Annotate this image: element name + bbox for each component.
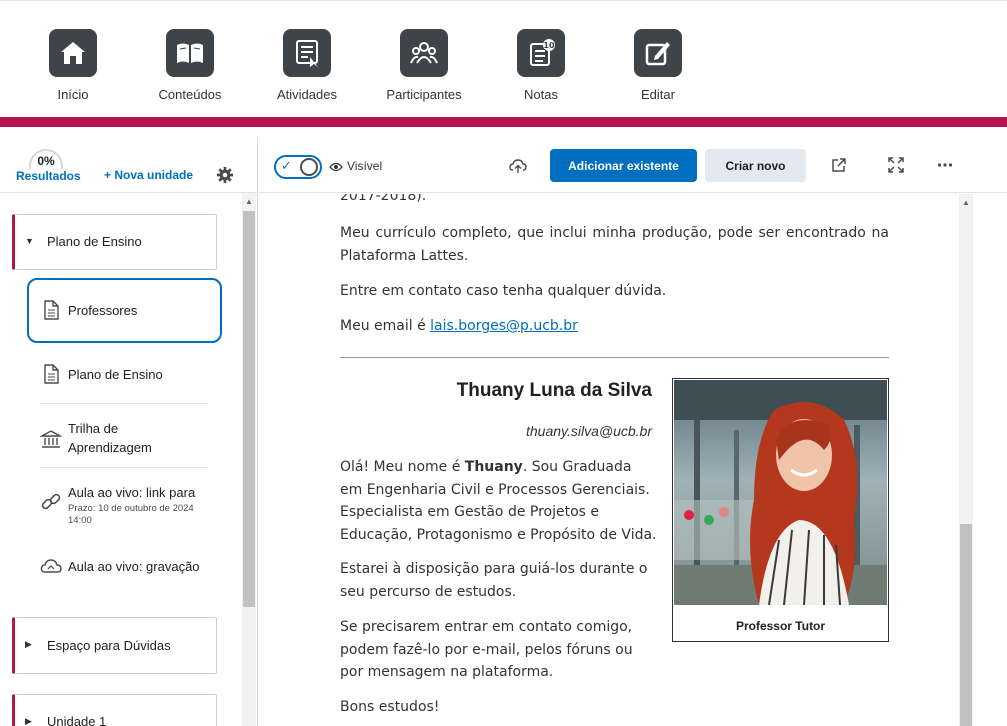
- caret-right-icon[interactable]: ▶: [25, 716, 32, 726]
- check-icon: ✓: [281, 158, 292, 173]
- text-fragment: 2017-2018).: [340, 194, 427, 204]
- activities-icon: [283, 29, 331, 77]
- intro-name: Thuany: [464, 459, 523, 475]
- accent-bar: [0, 117, 1007, 127]
- edit-icon: [634, 29, 682, 77]
- progress-results[interactable]: 0% Resultados: [16, 149, 81, 183]
- unit-unidade-1[interactable]: ▶ Unidade 1: [12, 694, 217, 726]
- lesson-plano-de-ensino[interactable]: Plano de Ensino: [40, 363, 208, 387]
- nav-label: Conteúdos: [158, 87, 222, 102]
- add-existing-button[interactable]: Adicionar existente: [550, 149, 697, 182]
- lesson-toolbar: ✓ Visível Adicionar existente Criar novo: [259, 137, 1007, 193]
- lesson-label: Professores: [68, 303, 138, 318]
- photo-caption: Professor Tutor: [735, 619, 826, 633]
- open-new-window-icon[interactable]: [831, 157, 847, 173]
- link-icon: [41, 493, 61, 510]
- lesson-label: Aula ao vivo: link para: [68, 485, 196, 500]
- participants-icon: [400, 29, 448, 77]
- home-icon: [49, 29, 97, 77]
- unit-label: Espaço para Dúvidas: [47, 638, 171, 653]
- lesson-due-date: Prazo: 10 de outubro de 2024: [68, 503, 194, 514]
- scroll-up-arrow-icon[interactable]: ▲: [962, 198, 970, 207]
- more-options-icon[interactable]: [937, 157, 953, 173]
- grades-icon: 10: [517, 29, 565, 77]
- eye-icon: [329, 162, 343, 171]
- document-icon: [44, 300, 59, 320]
- lesson-label: Plano de Ensino: [68, 367, 163, 382]
- progress-label: Resultados: [16, 169, 81, 183]
- progress-percent: 0%: [29, 149, 63, 169]
- cloud-icon: [40, 559, 62, 573]
- lesson-label: Aula ao vivo: gravação: [68, 559, 200, 574]
- cloud-upload-icon[interactable]: [509, 157, 527, 175]
- sidebar-scrollbar-thumb[interactable]: [243, 211, 255, 607]
- gear-icon[interactable]: [216, 166, 234, 184]
- unit-label: Plano de Ensino: [47, 234, 142, 249]
- tutor-photo-frame: Professor Tutor: [672, 378, 889, 642]
- nav-label: Participantes: [386, 87, 462, 102]
- divider: [40, 403, 208, 404]
- content-scrollbar-thumb[interactable]: [960, 524, 972, 726]
- unit-plano-de-ensino[interactable]: ▼ Plano de Ensino: [12, 214, 217, 270]
- nav-label: Atividades: [277, 87, 337, 102]
- institution-icon: [40, 430, 62, 448]
- lesson-aula-ao-vivo-gravacao[interactable]: Aula ao vivo: gravação: [40, 555, 208, 579]
- email-prefix: Meu email é: [340, 318, 431, 334]
- tutor-paragraph-contact: Se precisarem entrar em contato comigo, …: [340, 619, 633, 680]
- lesson-label-line2: Aprendizagem: [68, 440, 152, 455]
- lesson-trilha-de-aprendizagem[interactable]: Trilha de Aprendizagem: [40, 419, 208, 459]
- paragraph-curriculum: Meu currículo completo, que inclui minha…: [340, 225, 889, 264]
- book-icon: [166, 29, 214, 77]
- tutor-email: thuany.silva@ucb.br: [525, 423, 652, 439]
- course-navbar: Início Conteúdos Atividades Participante…: [0, 0, 1007, 118]
- tutor-photo: [674, 380, 887, 605]
- tutor-paragraph-availability: Estarei à disposição para guiá-los duran…: [340, 561, 648, 600]
- scroll-up-arrow-icon[interactable]: ▲: [245, 197, 253, 206]
- nav-atividades[interactable]: Atividades: [252, 29, 362, 102]
- visibility-status: Visível: [329, 159, 382, 173]
- nav-notas[interactable]: 10 Notas: [486, 29, 596, 102]
- horizontal-rule: [340, 357, 889, 358]
- nav-editar[interactable]: Editar: [603, 29, 713, 102]
- email-link[interactable]: lais.borges@p.ucb.br: [430, 318, 578, 334]
- new-unit-button[interactable]: + Nova unidade: [104, 168, 193, 182]
- unit-label: Unidade 1: [47, 714, 107, 726]
- nav-inicio[interactable]: Início: [18, 29, 128, 102]
- tutor-name: Thuany Luna da Silva: [456, 380, 652, 401]
- visibility-toggle[interactable]: ✓: [274, 155, 322, 179]
- lesson-aula-ao-vivo-link[interactable]: Aula ao vivo: link para Prazo: 10 de out…: [40, 483, 208, 527]
- unit-espaco-para-duvidas[interactable]: ▶ Espaço para Dúvidas: [12, 617, 217, 674]
- sidebar-header: 0% Resultados + Nova unidade: [0, 137, 257, 193]
- intro-prefix: Olá! Meu nome é: [340, 459, 465, 475]
- lesson-due-time: 14:00: [68, 515, 92, 526]
- nav-label: Início: [57, 87, 89, 102]
- nav-conteudos[interactable]: Conteúdos: [135, 29, 245, 102]
- caret-right-icon[interactable]: ▶: [25, 639, 32, 650]
- lesson-label-line1: Trilha de: [68, 421, 119, 436]
- paragraph-email: Meu email é lais.borges@p.ucb.br: [340, 315, 889, 338]
- nav-label: Notas: [524, 87, 558, 102]
- nav-label: Editar: [641, 87, 675, 102]
- svg-text:10: 10: [543, 41, 555, 50]
- tutor-paragraph-closing: Bons estudos!: [340, 699, 440, 715]
- fullscreen-icon[interactable]: [888, 157, 904, 173]
- create-new-button[interactable]: Criar novo: [705, 149, 806, 182]
- visibility-label: Visível: [347, 159, 383, 173]
- toggle-knob: [300, 158, 318, 176]
- content-sidebar: 0% Resultados + Nova unidade ▼ Plano de …: [0, 137, 258, 726]
- divider: [40, 467, 208, 468]
- paragraph-contact: Entre em contato caso tenha qualquer dúv…: [340, 283, 667, 299]
- lesson-professores[interactable]: Professores: [40, 299, 208, 323]
- document-icon: [44, 364, 59, 384]
- nav-participantes[interactable]: Participantes: [369, 29, 479, 102]
- caret-down-icon[interactable]: ▼: [25, 236, 34, 246]
- lesson-content: 2017-2018). Meu currículo completo, que …: [259, 194, 959, 726]
- tutor-paragraph-intro: Olá! Meu nome é Thuany. Sou Graduada em …: [340, 456, 658, 546]
